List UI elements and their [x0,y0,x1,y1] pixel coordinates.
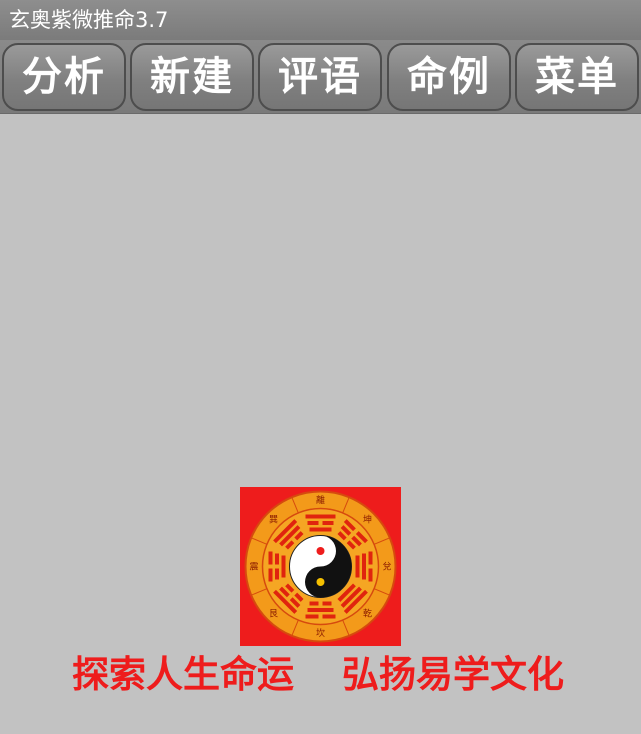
menu-button[interactable]: 菜单 [515,43,639,111]
comments-button[interactable]: 评语 [258,43,382,111]
trigram-label-2: 坤 [363,513,372,525]
app-title-bar: 玄奥紫微推命3.7 [0,0,641,40]
new-button[interactable]: 新建 [130,43,254,111]
analyze-button[interactable]: 分析 [2,43,126,111]
trigram-label-7: 震 [249,562,258,573]
app-title: 玄奥紫微推命3.7 [9,8,169,32]
trigram-label-3: 兌 [382,562,391,573]
yin-dot [316,578,325,586]
slogan-part-1: 探索人生命运 [72,653,294,696]
trigram-label-4: 乾 [363,608,372,620]
bagua-yin-yang-icon: 離坤兌乾坎 艮 震 巽 [240,487,401,646]
examples-button[interactable]: 命例 [387,43,511,111]
trigram-label-5: 坎 [316,627,325,639]
slogan: 探索人生命运 弘扬易学文化 [0,650,641,700]
trigram-label-6: 艮 [269,609,278,620]
slogan-part-2: 弘扬易学文化 [342,653,564,696]
main-toolbar: 分析 新建 评语 命例 菜单 [0,40,641,114]
yang-dot [316,547,325,555]
trigram-label-8: 巽 [269,514,278,525]
trigram-label-1: 離 [316,494,325,506]
yin-yang-symbol [289,535,352,598]
